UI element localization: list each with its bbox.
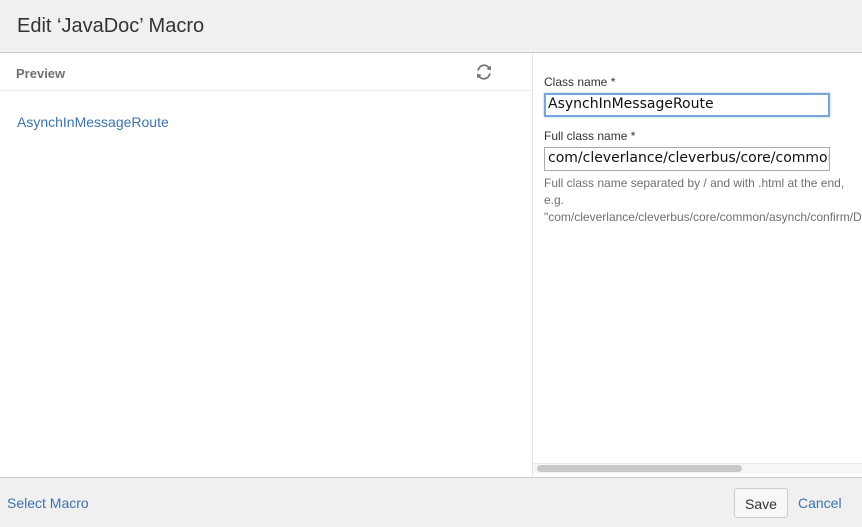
edit-macro-dialog: Edit ‘JavaDoc’ Macro Preview AsynchInMes… [0, 0, 862, 527]
macro-form-pane: Class name * AsynchInMessageRoute Full c… [533, 53, 862, 477]
dialog-footer: Select Macro Save Cancel [0, 477, 862, 527]
class-name-input[interactable]: AsynchInMessageRoute [544, 93, 830, 117]
full-class-name-label: Full class name * [544, 129, 636, 143]
full-class-name-help: Full class name separated by / and with … [544, 175, 862, 226]
horizontal-scrollbar[interactable] [533, 463, 862, 473]
full-class-name-input[interactable]: com/cleverlance/cleverbus/core/common/as… [544, 147, 830, 171]
help-line: e.g. [544, 193, 565, 207]
class-name-label: Class name * [544, 75, 616, 89]
preview-header: Preview [0, 53, 532, 91]
select-macro-link[interactable]: Select Macro [7, 495, 89, 511]
dialog-header: Edit ‘JavaDoc’ Macro [0, 0, 862, 53]
dialog-title: Edit ‘JavaDoc’ Macro [17, 15, 205, 37]
preview-pane: Preview AsynchInMessageRoute [0, 53, 533, 477]
scrollbar-thumb[interactable] [537, 465, 742, 472]
cancel-link[interactable]: Cancel [798, 495, 842, 511]
save-button[interactable]: Save [734, 488, 788, 518]
refresh-icon[interactable] [475, 63, 493, 81]
help-line: "com/cleverlance/cleverbus/core/common/a… [544, 210, 862, 224]
preview-label: Preview [16, 66, 66, 81]
help-line: Full class name separated by / and with … [544, 176, 845, 190]
preview-class-link[interactable]: AsynchInMessageRoute [17, 114, 169, 130]
